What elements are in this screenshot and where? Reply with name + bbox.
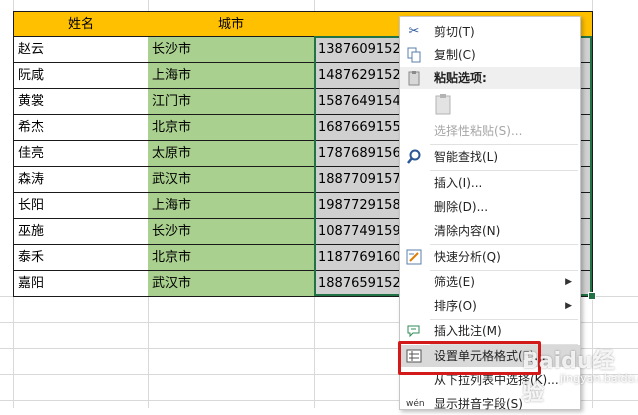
name-cell[interactable]: 巫施 — [13, 219, 149, 245]
menu-item-sort[interactable]: 排序(O) ▶ — [400, 295, 580, 317]
name-cell[interactable]: 长阳 — [13, 193, 149, 219]
search-icon — [406, 149, 422, 165]
menu-label: 插入(I)... — [434, 176, 483, 190]
city-cell[interactable]: 北京市 — [148, 115, 315, 141]
city-cell[interactable]: 江门市 — [148, 89, 315, 115]
city-cell[interactable]: 武汉市 — [148, 271, 315, 297]
header-cell-name[interactable]: 姓名 — [13, 11, 149, 37]
menu-label: 显示拼音字段(S) — [434, 397, 523, 411]
menu-item-cut[interactable]: ✂ 剪切(T) — [400, 21, 580, 43]
menu-item-clear[interactable]: 清除内容(N) — [400, 220, 580, 242]
menu-item-paste-special[interactable]: 选择性粘贴(S)... — [400, 120, 580, 142]
paste-clipboard-icon[interactable] — [434, 93, 452, 115]
menu-item-delete[interactable]: 删除(D)... — [400, 196, 580, 218]
name-cell[interactable]: 赵云 — [13, 37, 149, 63]
city-cell[interactable]: 太原市 — [148, 141, 315, 167]
submenu-arrow-icon: ▶ — [565, 277, 572, 287]
name-cell[interactable]: 黄裳 — [13, 89, 149, 115]
city-cell[interactable]: 长沙市 — [148, 37, 315, 63]
menu-label: 筛选(E) — [434, 275, 475, 289]
menu-item-copy[interactable]: 复制(C) — [400, 44, 580, 66]
menu-item-filter[interactable]: 筛选(E) ▶ — [400, 271, 580, 293]
paste-icon — [406, 70, 422, 86]
city-cell[interactable]: 武汉市 — [148, 167, 315, 193]
menu-separator — [430, 144, 578, 145]
baidu-watermark-url: jingyan.baidu.com — [560, 372, 638, 385]
fill-handle[interactable] — [588, 292, 596, 300]
menu-item-insert-comment[interactable]: 插入批注(M) — [400, 320, 580, 342]
header-cell-city[interactable]: 城市 — [148, 11, 315, 37]
menu-label: 快速分析(Q) — [434, 250, 501, 264]
name-cell[interactable]: 泰禾 — [13, 245, 149, 271]
name-cell[interactable]: 森涛 — [13, 167, 149, 193]
city-cell[interactable]: 上海市 — [148, 193, 315, 219]
name-cell[interactable]: 佳亮 — [13, 141, 149, 167]
menu-separator — [430, 244, 578, 245]
name-cell[interactable]: 嘉阳 — [13, 271, 149, 297]
menu-separator — [430, 170, 578, 171]
menu-label: 复制(C) — [434, 48, 476, 62]
city-cell[interactable]: 上海市 — [148, 63, 315, 89]
submenu-arrow-icon: ▶ — [565, 301, 572, 311]
menu-label: 插入批注(M) — [434, 324, 502, 338]
scissors-icon: ✂ — [408, 24, 420, 39]
name-cell[interactable]: 阮咸 — [13, 63, 149, 89]
name-cell[interactable]: 希杰 — [13, 115, 149, 141]
highlight-annotation-box — [398, 341, 541, 375]
menu-item-insert[interactable]: 插入(I)... — [400, 172, 580, 194]
menu-label: 删除(D)... — [434, 200, 489, 214]
paste-options-header: 粘贴选项: — [400, 67, 580, 89]
city-cell[interactable]: 北京市 — [148, 245, 315, 271]
menu-label: 排序(O) — [434, 299, 477, 313]
menu-label: 清除内容(N) — [434, 224, 501, 238]
quick-analysis-icon — [406, 249, 422, 265]
menu-label: 粘贴选项: — [434, 71, 487, 85]
phonetic-icon: wén — [406, 399, 425, 409]
copy-icon — [406, 47, 422, 63]
comment-icon — [406, 323, 422, 339]
menu-item-quick-analysis[interactable]: 快速分析(Q) — [400, 246, 580, 268]
menu-label: 智能查找(L) — [434, 150, 499, 164]
menu-label: 选择性粘贴(S)... — [434, 124, 523, 138]
menu-label: 剪切(T) — [434, 25, 475, 39]
city-cell[interactable]: 长沙市 — [148, 219, 315, 245]
menu-item-smart-lookup[interactable]: 智能查找(L) — [400, 146, 580, 168]
